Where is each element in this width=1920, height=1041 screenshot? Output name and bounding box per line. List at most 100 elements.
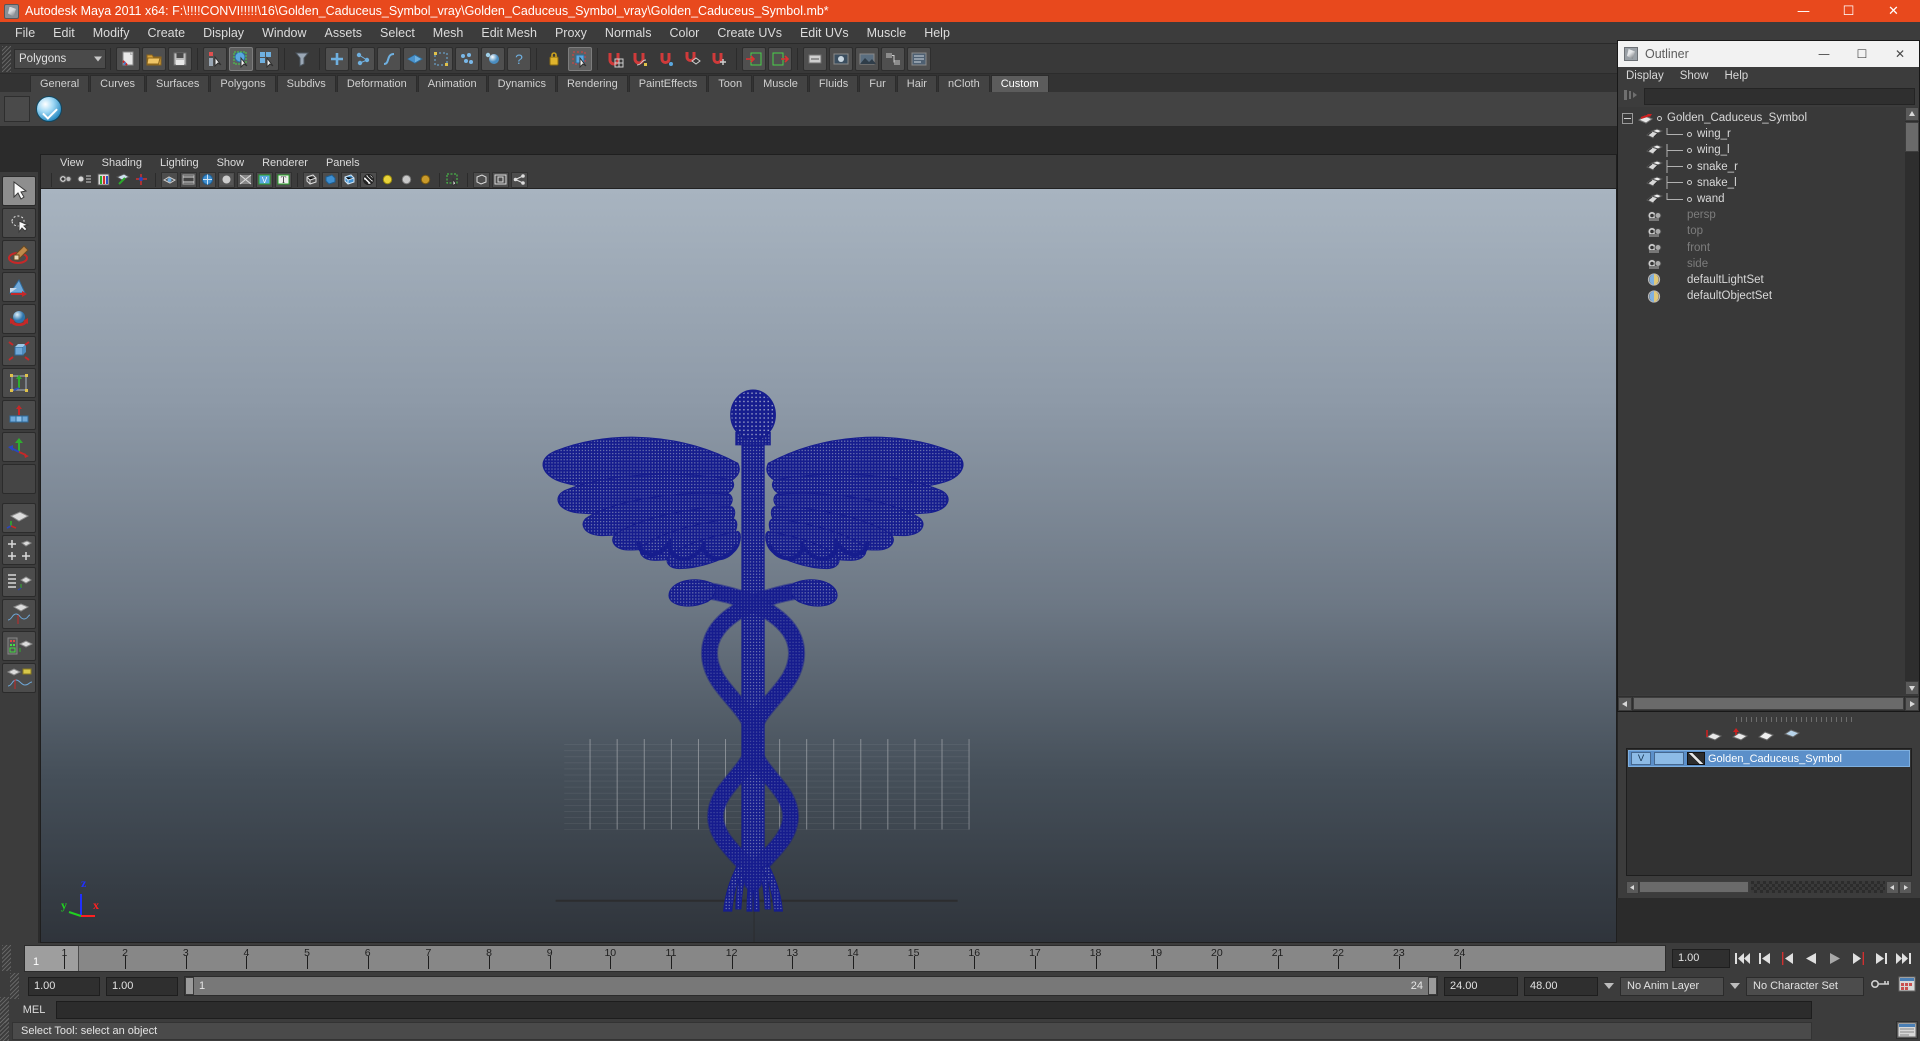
shelf-tab-surfaces[interactable]: Surfaces [145,75,210,92]
viewport-3d-canvas[interactable]: z y x [41,189,1616,942]
menu-help[interactable]: Help [915,24,959,42]
select-by-object-icon[interactable] [229,46,253,71]
menu-normals[interactable]: Normals [596,24,661,42]
move-layer-up-icon[interactable] [1756,728,1776,747]
character-set-chevron-icon[interactable] [1730,983,1740,989]
resolution-gate-icon[interactable] [199,171,216,188]
move-tool[interactable] [2,272,36,302]
auto-key-icon[interactable] [1870,977,1892,996]
outliner-minimize-button[interactable]: — [1805,41,1843,67]
outliner-item-front[interactable]: front [1618,240,1905,256]
menu-muscle[interactable]: Muscle [858,24,916,42]
new-scene-icon[interactable] [116,46,140,71]
range-end-field[interactable]: 1.00 [106,976,178,996]
menu-display[interactable]: Display [194,24,253,42]
outliner-item-default-light-set[interactable]: defaultLightSet [1618,272,1905,288]
scroll-down-icon[interactable] [1905,681,1919,695]
outliner-item-wing-l[interactable]: wing_l [1618,142,1905,158]
shelf-tab-fur[interactable]: Fur [859,75,896,92]
menu-proxy[interactable]: Proxy [546,24,596,42]
select-by-hierarchy-icon[interactable] [203,46,227,71]
scroll-left-icon[interactable] [1626,880,1639,894]
camera-attributes-icon[interactable] [76,172,93,188]
shelf-options-box[interactable] [4,96,30,122]
layer-name[interactable]: Golden_Caduceus_Symbol [1708,753,1842,765]
nurbs-smoothness-icon[interactable] [473,171,490,188]
construction-history-icon[interactable] [803,46,827,71]
persp-graph-outliner-layout[interactable] [2,663,36,693]
isolate-select-icon[interactable]: V [256,171,273,188]
outliner-vertical-scrollbar[interactable] [1905,107,1919,695]
persp-graph-layout[interactable] [2,599,36,629]
show-manipulator-tool[interactable] [2,432,36,462]
menu-create[interactable]: Create [139,24,195,42]
command-language-label[interactable]: MEL [12,1004,56,1016]
time-slider-grip[interactable] [2,945,11,971]
highlight-selection-icon[interactable] [568,46,592,71]
viewport-menu-lighting[interactable]: Lighting [151,157,208,169]
time-slider[interactable]: 1 1 2 3 4 5 6 7 8 9 10 11 12 13 14 15 16 17 18 19 20 21 22 23 2… [24,944,1666,972]
shelf-tab-toon[interactable]: Toon [708,75,753,92]
snap-to-point-icon[interactable] [655,47,679,71]
scroll-thumb[interactable] [1639,881,1749,893]
isolate-selection-toggle-icon[interactable] [445,172,462,188]
shelf-tab-hair[interactable]: Hair [896,75,937,92]
step-forward-key-icon[interactable] [1847,948,1868,969]
xray-icon[interactable] [237,171,254,188]
viewport-menu-view[interactable]: View [51,157,93,169]
outliner-persp-layout[interactable] [2,567,36,597]
play-backwards-icon[interactable] [1801,948,1822,969]
scroll-track[interactable] [1633,697,1904,710]
outliner-horizontal-scrollbar[interactable] [1618,696,1919,711]
anim-end-field[interactable]: 24.00 [1444,976,1518,996]
paint-select-tool[interactable] [2,240,36,270]
range-slider[interactable]: 1 24 [184,976,1438,996]
menu-file[interactable]: File [6,24,44,42]
scroll-left-2-icon[interactable] [1886,880,1899,894]
scroll-left-icon[interactable] [1618,696,1632,711]
animation-preferences-icon[interactable] [1898,976,1916,997]
universal-manipulator-tool[interactable] [2,368,36,398]
scroll-up-icon[interactable] [1905,107,1919,121]
current-time-field[interactable]: 1.00 [1672,948,1730,968]
viewport-menu-renderer[interactable]: Renderer [253,157,317,169]
input-connections-icon[interactable] [742,46,766,71]
filter-icon[interactable] [1622,88,1640,104]
shelf-tab-curves[interactable]: Curves [90,75,145,92]
outliner-close-button[interactable]: ✕ [1881,41,1919,67]
panel-grip[interactable] [1736,716,1856,722]
scroll-track[interactable] [1751,881,1885,893]
menu-select[interactable]: Select [371,24,424,42]
menu-edit[interactable]: Edit [44,24,84,42]
select-camera-icon[interactable] [57,172,74,188]
menu-assets[interactable]: Assets [316,24,372,42]
shelf-tab-deformation[interactable]: Deformation [336,75,417,92]
textured-icon[interactable] [360,171,377,188]
go-to-end-icon[interactable] [1893,948,1914,969]
scroll-right-icon[interactable] [1905,696,1919,711]
scale-tool[interactable] [2,336,36,366]
shelf-tab-fluids[interactable]: Fluids [808,75,859,92]
go-to-start-icon[interactable] [1732,948,1753,969]
range-start-handle[interactable] [185,977,194,995]
lock-selection-icon[interactable] [542,47,566,71]
select-vertices-icon[interactable] [325,46,349,71]
hypershade-icon[interactable] [881,46,905,71]
outliner-item-persp[interactable]: persp [1618,207,1905,223]
outliner-maximize-button[interactable]: ☐ [1843,41,1881,67]
shelf-check-icon[interactable] [36,96,62,122]
image-plane-icon[interactable] [114,172,131,188]
character-set-dropdown[interactable]: No Character Set [1746,976,1864,996]
select-tool[interactable] [2,176,36,206]
toolbar-grip[interactable] [2,45,11,72]
snap-to-grid-icon[interactable] [603,47,627,71]
use-all-lights-icon[interactable] [398,172,415,188]
output-connections-icon[interactable] [768,46,792,71]
shelf-tab-animation[interactable]: Animation [417,75,487,92]
gate-mask-icon[interactable] [218,171,235,188]
menu-color[interactable]: Color [660,24,708,42]
select-by-component-icon[interactable] [255,46,279,71]
shelf-tab-rendering[interactable]: Rendering [556,75,628,92]
select-deformation-icon[interactable] [429,46,453,71]
playback-end-field[interactable]: 48.00 [1524,976,1598,996]
